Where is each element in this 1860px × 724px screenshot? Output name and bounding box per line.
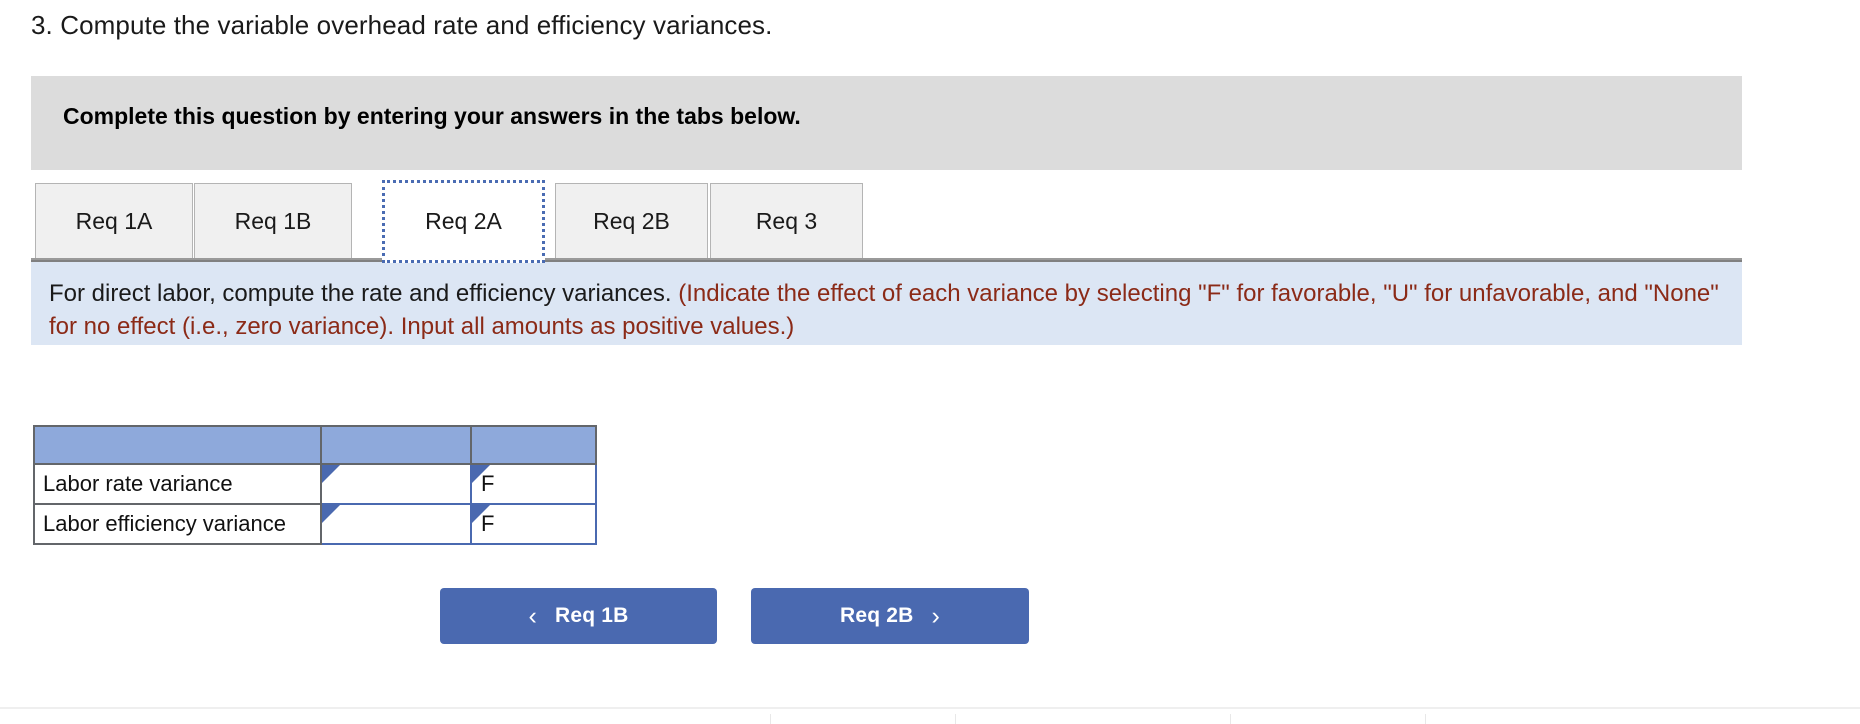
table-row: Labor rate variance F [33, 463, 597, 505]
requirement-text: For direct labor, compute the rate and e… [49, 277, 1730, 343]
next-requirement-button[interactable]: Req 2B › [751, 588, 1029, 644]
cell-marker-icon [322, 505, 340, 523]
tab-req-1b[interactable]: Req 1B [194, 183, 352, 258]
requirement-main-text: For direct labor, compute the rate and e… [49, 280, 679, 307]
prev-requirement-button[interactable]: ‹ Req 1B [440, 588, 717, 644]
next-requirement-label: Req 2B [839, 604, 914, 627]
table-header-row [33, 425, 597, 465]
question-page: 3. Compute the variable overhead rate an… [0, 0, 1860, 724]
header-cell-amount [320, 425, 472, 465]
row-label-labor-efficiency-variance: Labor efficiency variance [33, 503, 322, 545]
header-cell-label [33, 425, 322, 465]
bottom-divider [0, 707, 1860, 709]
tab-req-2b-label: Req 2B [593, 207, 670, 234]
chevron-right-icon: › [931, 601, 941, 630]
tab-req-2a[interactable]: Req 2A [382, 180, 545, 263]
header-cell-effect [470, 425, 597, 465]
tab-req-2b[interactable]: Req 2B [555, 183, 708, 258]
prev-requirement-label: Req 1B [554, 604, 629, 627]
tab-req-1a[interactable]: Req 1A [35, 183, 193, 258]
input-cell-labor-efficiency-variance-amount[interactable] [320, 503, 472, 545]
cell-marker-icon [322, 465, 340, 483]
input-cell-labor-efficiency-variance-effect[interactable]: F [470, 503, 597, 545]
tab-strip: Req 1A Req 1B Req 2A Req 2B Req 3 [31, 180, 1742, 263]
tab-req-3[interactable]: Req 3 [710, 183, 863, 258]
question-prompt: 3. Compute the variable overhead rate an… [31, 10, 773, 40]
chevron-left-icon: ‹ [528, 601, 537, 630]
table-row: Labor efficiency variance F [33, 503, 597, 545]
row-label-labor-rate-variance: Labor rate variance [33, 463, 322, 505]
tab-req-1a-label: Req 1A [75, 207, 153, 234]
input-value-labor-efficiency-variance-effect: F [481, 511, 495, 536]
bottom-tick-marks [0, 714, 1860, 724]
input-cell-labor-rate-variance-effect[interactable]: F [470, 463, 597, 505]
input-value-labor-rate-variance-effect: F [481, 471, 495, 496]
tab-req-1b-label: Req 1B [234, 207, 312, 234]
instruction-banner: Complete this question by entering your … [31, 76, 1742, 170]
tab-req-3-label: Req 3 [755, 207, 818, 234]
input-cell-labor-rate-variance-amount[interactable] [320, 463, 472, 505]
instruction-banner-text: Complete this question by entering your … [63, 103, 801, 129]
tab-req-2a-label: Req 2A [425, 208, 502, 234]
answer-table: Labor rate variance F Labor efficiency v… [33, 425, 597, 545]
requirement-panel: For direct labor, compute the rate and e… [31, 260, 1742, 345]
